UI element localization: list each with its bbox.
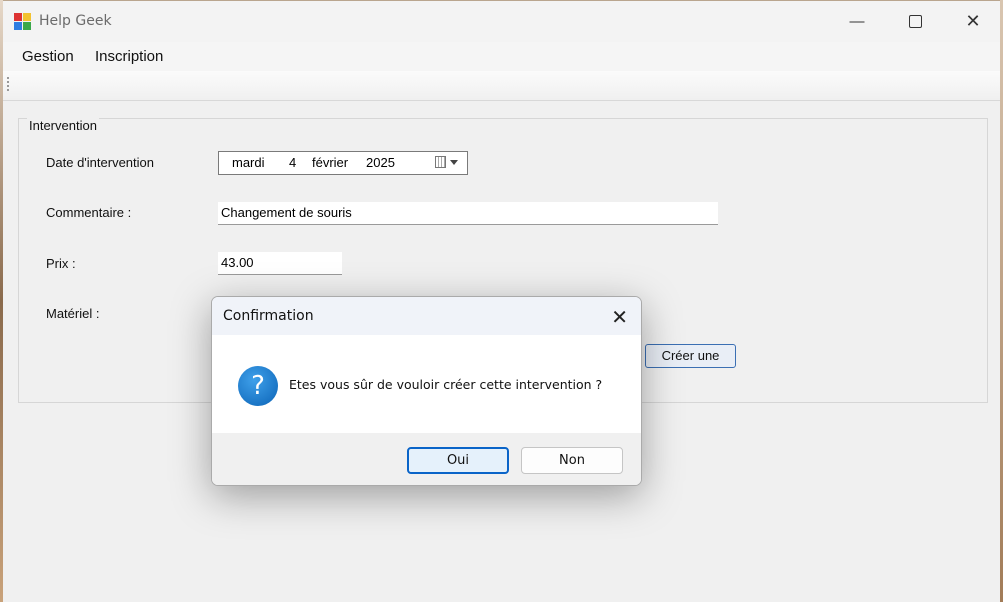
price-label: Prix : — [46, 256, 76, 271]
group-legend: Intervention — [27, 118, 99, 133]
date-month: février — [312, 155, 349, 170]
menu-gestion[interactable]: Gestion — [22, 48, 74, 65]
maximize-button[interactable] — [886, 1, 944, 42]
toolstrip-grip-icon[interactable] — [7, 77, 9, 93]
price-input[interactable]: 43.00 — [218, 252, 342, 275]
confirmation-dialog: Confirmation ✕ ? Etes vous sûr de vouloi… — [211, 296, 642, 486]
menu-inscription[interactable]: Inscription — [95, 48, 163, 65]
close-button[interactable]: ✕ — [944, 1, 1002, 42]
chevron-down-icon[interactable] — [450, 160, 458, 165]
minimize-icon: — — [849, 13, 865, 30]
date-day: 4 — [289, 155, 297, 170]
dialog-close-icon[interactable]: ✕ — [611, 305, 628, 330]
dialog-title-bar[interactable]: Confirmation ✕ — [212, 297, 641, 335]
calendar-icon — [435, 156, 446, 168]
tool-strip — [3, 71, 1000, 101]
title-bar[interactable]: Help Geek — ✕ — [3, 1, 1000, 42]
create-button[interactable]: Créer une — [645, 344, 736, 368]
comment-label: Commentaire : — [46, 205, 132, 220]
yes-button[interactable]: Oui — [407, 447, 509, 474]
comment-input[interactable]: Changement de souris — [218, 202, 718, 225]
maximize-icon — [908, 15, 922, 28]
menu-bar: Gestion Inscription — [3, 42, 1000, 71]
app-icon — [14, 13, 31, 30]
close-icon: ✕ — [965, 11, 981, 31]
date-weekday: mardi — [232, 155, 265, 170]
material-label: Matériel : — [46, 306, 100, 321]
no-button[interactable]: Non — [521, 447, 623, 474]
minimize-button[interactable]: — — [828, 1, 886, 42]
date-picker[interactable]: mardi 4 février 2025 — [218, 151, 468, 175]
dialog-title: Confirmation — [223, 308, 314, 324]
date-label: Date d'intervention — [46, 155, 154, 170]
dialog-message: Etes vous sûr de vouloir créer cette int… — [289, 377, 603, 392]
window-title: Help Geek — [39, 13, 112, 29]
date-year: 2025 — [366, 155, 395, 170]
question-icon: ? — [238, 366, 278, 406]
